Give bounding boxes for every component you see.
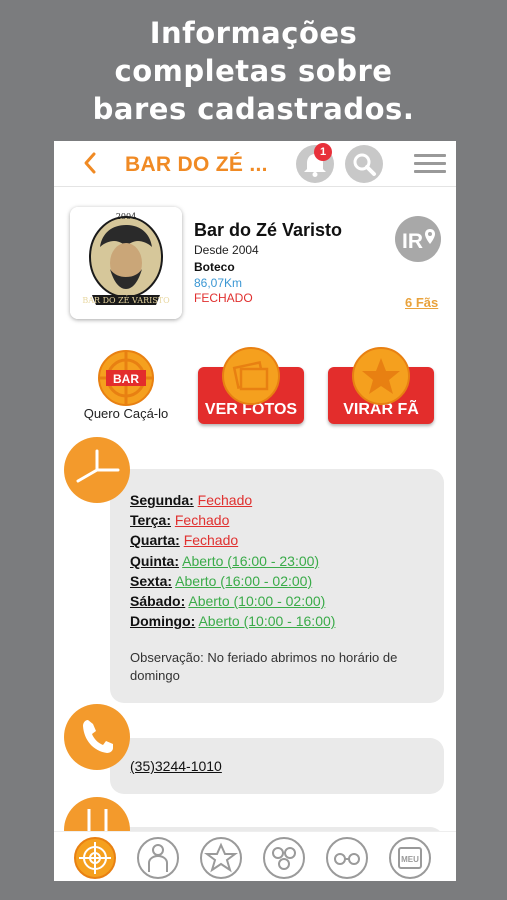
hamburger-menu-button[interactable] (414, 154, 446, 174)
menu-line-icon (414, 154, 446, 157)
bartender-icon (148, 844, 168, 872)
fans-count-link[interactable]: 6 Fãs (405, 295, 438, 310)
hours-value: Fechado (174, 512, 230, 529)
search-button[interactable] (345, 145, 383, 183)
glasses-icon (334, 853, 360, 865)
hours-day: Segunda: (130, 492, 194, 508)
hours-day: Domingo: (130, 613, 196, 630)
bar-type: Boteco (194, 260, 235, 274)
tab-hunt[interactable] (74, 837, 116, 879)
hunt-bar-label[interactable]: Quero Caçá-lo (74, 406, 178, 421)
tab-friends[interactable] (263, 837, 305, 879)
logo-year-text: 2004 (116, 212, 136, 221)
hours-value: Fechado (197, 492, 253, 508)
app-screen: BAR DO ZÉ ... 1 BAR DO ZÉ VARISTO 2004 B… (54, 141, 456, 881)
go-to-location-button[interactable]: IR (395, 216, 441, 262)
crosshair-tab-icon (79, 842, 111, 874)
hours-value: Aberto (10:00 - 02:00) (188, 593, 326, 610)
hours-day: Terça: (130, 512, 171, 529)
star-tab-icon (204, 842, 238, 873)
hours-row: Quarta: Fechado (130, 530, 335, 550)
hours-observation: Observação: No feriado abrimos no horári… (130, 650, 398, 683)
clock-hands-icon (76, 449, 120, 483)
my-account-icon: MEU (398, 847, 422, 869)
hunt-bar-button[interactable]: BAR (96, 348, 156, 408)
search-icon (353, 153, 376, 176)
chevron-left-icon (84, 152, 96, 174)
bar-logo: BAR DO ZÉ VARISTO 2004 (70, 207, 182, 319)
tab-bartender[interactable] (137, 837, 179, 879)
page-title: BAR DO ZÉ ... (125, 153, 268, 176)
hours-value: Aberto (16:00 - 23:00) (182, 552, 320, 569)
hours-value: Aberto (10:00 - 16:00) (198, 613, 336, 630)
bar-logo-image: BAR DO ZÉ VARISTO 2004 (70, 207, 182, 319)
bar-since: Desde 2004 (194, 243, 259, 257)
handset-icon (83, 720, 113, 753)
top-bar: BAR DO ZÉ ... 1 (54, 141, 456, 187)
star-icon (362, 358, 400, 394)
my-tab-label: MEU (401, 855, 419, 864)
bar-status: FECHADO (194, 291, 253, 305)
tab-favorites[interactable] (200, 837, 242, 879)
promo-line-1: Informações (149, 16, 358, 50)
notification-badge: 1 (314, 143, 332, 161)
back-button[interactable] (82, 151, 100, 175)
photos-icon (222, 347, 280, 405)
hours-value: Aberto (16:00 - 02:00) (175, 572, 313, 589)
ir-label: IR (402, 230, 423, 253)
bar-distance: 86,07Km (194, 276, 243, 290)
phone-number-link[interactable]: (35)3244-1010 (130, 758, 222, 774)
bottom-navigation: MEU (54, 831, 456, 881)
phone-icon (64, 704, 130, 770)
fan-icon (352, 347, 410, 405)
hours-day: Quarta: (130, 532, 180, 549)
location-pin-icon: IR (402, 229, 435, 253)
tab-events[interactable] (326, 837, 368, 879)
hours-row: Segunda: Fechado (130, 490, 335, 510)
hours-row: Terça: Fechado (130, 510, 335, 530)
clock-icon (64, 437, 130, 503)
logo-name-text: BAR DO ZÉ VARISTO (82, 296, 170, 305)
hours-day: Quinta: (130, 552, 179, 569)
hours-value: Fechado (183, 532, 239, 549)
hours-list: Segunda: Fechado Terça: Fechado Quarta: … (130, 490, 335, 631)
bar-name: Bar do Zé Varisto (194, 220, 343, 240)
tab-my-profile[interactable]: MEU (389, 837, 431, 879)
hours-row: Sábado: Aberto (10:00 - 02:00) (130, 591, 335, 611)
hours-day: Sexta: (130, 572, 173, 589)
hours-row: Sexta: Aberto (16:00 - 02:00) (130, 571, 335, 591)
group-icon (272, 847, 296, 870)
promo-line-2: completas sobre (114, 54, 393, 88)
hunt-badge-text: BAR (113, 372, 139, 386)
hours-row: Quinta: Aberto (16:00 - 23:00) (130, 551, 335, 571)
promo-line-3: bares cadastrados. (92, 92, 415, 126)
menu-line-icon (414, 162, 446, 165)
photo-frame-icon (232, 361, 269, 391)
menu-line-icon (414, 170, 446, 173)
hours-row: Domingo: Aberto (10:00 - 16:00) (130, 611, 335, 631)
crosshair-icon: BAR (98, 350, 154, 406)
hours-day: Sábado: (130, 593, 186, 610)
promo-headline: Informações completas sobre bares cadast… (0, 14, 507, 128)
